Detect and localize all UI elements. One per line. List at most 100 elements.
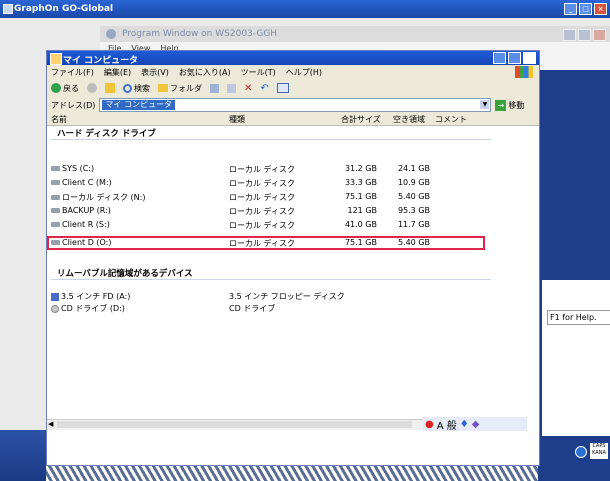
folders-label: フォルダ (170, 83, 202, 93)
drive-row[interactable]: BACKUP (R:) ローカル ディスク 121 GB 95.3 GB (47, 206, 539, 217)
device-type: 3.5 インチ フロッピー ディスク (229, 292, 345, 301)
program-title: Program Window on WS2003-GGH (122, 29, 278, 39)
column-type[interactable]: 種類 (229, 114, 245, 125)
explorer-titlebar: マイ コンピュータ (47, 51, 539, 66)
column-name[interactable]: 名前 (51, 114, 67, 125)
drive-name: SYS (C:) (62, 164, 95, 173)
hard-drive-icon (51, 180, 60, 185)
close-button[interactable]: × (594, 3, 607, 15)
drive-type: ローカル ディスク (229, 193, 295, 202)
program-window-buttons (563, 29, 606, 41)
group-hard-disk: ハード ディスク ドライブ (57, 129, 156, 139)
drive-name: ローカル ディスク (N:) (62, 193, 146, 202)
copy-to-button[interactable] (227, 83, 236, 93)
menu-tools-jp[interactable]: ツール(T) (241, 67, 276, 78)
up-folder-icon (105, 83, 115, 93)
explorer-toolbar: 戻る 検索 フォルダ ✕ ↶ (47, 79, 539, 97)
back-button[interactable]: 戻る (51, 83, 79, 94)
drive-total: 75.1 GB (344, 192, 377, 201)
computer-icon (50, 53, 62, 65)
drive-free: 5.40 GB (397, 192, 430, 201)
search-icon (123, 83, 132, 93)
views-icon (276, 83, 289, 93)
explorer-minimize-button[interactable] (493, 52, 506, 64)
hard-drive-icon (51, 195, 60, 200)
back-label: 戻る (63, 83, 79, 93)
maximize-button[interactable]: □ (579, 3, 592, 15)
menu-view-jp[interactable]: 表示(V) (141, 67, 169, 78)
scroll-thumb[interactable] (57, 421, 412, 428)
drive-row[interactable]: Client C (M:) ローカル ディスク 33.3 GB 10.9 GB (47, 178, 539, 189)
outer-title: GraphOn GO-Global (14, 4, 114, 14)
folder-icon (158, 84, 168, 92)
folders-button[interactable]: フォルダ (158, 83, 202, 94)
tray-help-icon[interactable]: ◆ (472, 419, 480, 430)
program-minimize-button[interactable] (563, 29, 576, 41)
device-row[interactable]: 3.5 インチ FD (A:) 3.5 インチ フロッピー ディスク (47, 291, 539, 302)
drive-row[interactable]: Client R (S:) ローカル ディスク 41.0 GB 11.7 GB (47, 220, 539, 231)
forward-button[interactable] (87, 83, 97, 93)
drive-total: 41.0 GB (344, 220, 377, 229)
undo-icon: ↶ (260, 82, 269, 94)
minimize-button[interactable]: _ (564, 3, 577, 15)
drive-type: ローカル ディスク (229, 165, 295, 174)
program-icon (106, 29, 116, 39)
drive-free: 95.3 GB (397, 206, 430, 215)
device-name: CD ドライブ (D:) (61, 304, 125, 313)
hard-drive-icon (51, 166, 60, 171)
column-free[interactable]: 空き領域 (393, 114, 425, 125)
device-row[interactable]: CD ドライブ (D:) CD ドライブ (47, 303, 539, 314)
address-bar: アドレス(D) マイ コンピュータ ▼ → 移動 (47, 97, 539, 113)
f1-help-status: F1 for Help. (547, 310, 610, 325)
delete-button[interactable]: ✕ (244, 83, 252, 94)
column-comment[interactable]: コメント (435, 114, 467, 125)
explorer-close-button[interactable] (523, 52, 536, 64)
column-header: 名前 種類 合計サイズ 空き領域 コメント (47, 113, 539, 126)
tray-settings-icon[interactable]: ♦ (460, 419, 469, 430)
move-to-icon (210, 83, 219, 93)
ime-globe-icon[interactable] (575, 446, 587, 458)
floppy-disk-icon (51, 292, 59, 301)
ime-mode[interactable]: A 般 (437, 417, 457, 432)
hard-drive-icon (51, 222, 60, 227)
drive-name: BACKUP (R:) (62, 206, 111, 215)
horizontal-scrollbar[interactable]: ◀ (47, 419, 423, 430)
group-removable: リムーバブル記憶域があるデバイス (57, 269, 193, 279)
search-label: 検索 (134, 83, 150, 93)
address-input[interactable]: マイ コンピュータ ▼ (99, 98, 492, 112)
side-window (542, 280, 610, 436)
drive-name: Client R (S:) (62, 220, 110, 229)
explorer-window: マイ コンピュータ ファイル(F) 編集(E) 表示(V) お気に入り(A) ツ… (46, 50, 540, 466)
column-total[interactable]: 合計サイズ (341, 114, 381, 125)
device-type: CD ドライブ (229, 304, 276, 313)
drive-name: Client C (M:) (62, 178, 112, 187)
drive-total: 33.3 GB (344, 178, 377, 187)
drive-total: 31.2 GB (344, 164, 377, 173)
search-button[interactable]: 検索 (123, 83, 150, 94)
program-close-button[interactable] (593, 29, 606, 41)
drive-row[interactable]: ローカル ディスク (N:) ローカル ディスク 75.1 GB 5.40 GB (47, 192, 539, 203)
ime-icon[interactable]: ● (425, 419, 434, 430)
move-to-button[interactable] (210, 83, 219, 93)
scroll-left-icon[interactable]: ◀ (48, 420, 53, 428)
menu-help-jp[interactable]: ヘルプ(H) (286, 67, 322, 78)
drive-type: ローカル ディスク (229, 221, 295, 230)
hard-drive-icon (51, 208, 60, 213)
explorer-menubar: ファイル(F) 編集(E) 表示(V) お気に入り(A) ツール(T) ヘルプ(… (47, 65, 539, 79)
device-name: 3.5 インチ FD (A:) (61, 292, 131, 301)
menu-file-jp[interactable]: ファイル(F) (51, 67, 94, 78)
go-button[interactable]: → 移動 (495, 99, 524, 111)
views-button[interactable] (276, 83, 289, 93)
undo-button[interactable]: ↶ (260, 83, 268, 94)
program-maximize-button[interactable] (578, 29, 591, 41)
menu-favorites-jp[interactable]: お気に入り(A) (179, 67, 231, 78)
cd-drive-icon (51, 304, 59, 313)
up-folder-button[interactable] (105, 83, 115, 93)
delete-x-icon: ✕ (244, 82, 253, 94)
address-dropdown-icon[interactable]: ▼ (480, 100, 490, 109)
go-arrow-icon: → (495, 99, 507, 111)
explorer-maximize-button[interactable] (508, 52, 521, 64)
drive-row[interactable]: SYS (C:) ローカル ディスク 31.2 GB 24.1 GB (47, 164, 539, 175)
menu-edit-jp[interactable]: 編集(E) (104, 67, 131, 78)
drive-free: 24.1 GB (397, 164, 430, 173)
